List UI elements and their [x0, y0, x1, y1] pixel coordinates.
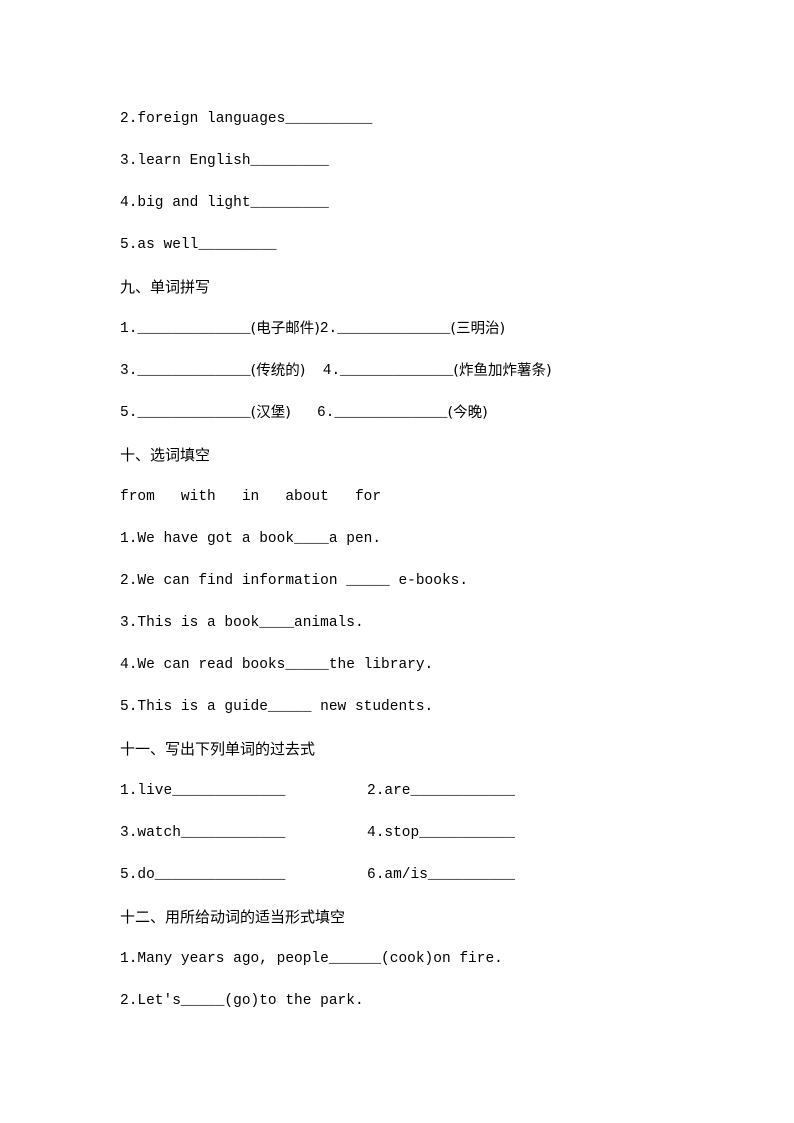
section-heading-ten: 十、选词填空 [120, 446, 211, 464]
spelling-right-blank: _____________ [340, 363, 454, 379]
exercise-item: 5.This is a guide_____ new students. [120, 699, 434, 715]
exercise-item: 2.We can find information _____ e-books. [120, 573, 469, 589]
section-heading-twelve: 十二、用所给动词的适当形式填空 [120, 908, 346, 926]
spelling-left-number: 1. [120, 321, 138, 337]
spelling-left-number: 3. [120, 363, 138, 379]
exercise-item: 1.We have got a book____a pen. [120, 531, 382, 547]
spelling-right-number: 4. [322, 363, 341, 379]
spelling-right-blank: _____________ [337, 321, 451, 337]
section-heading-eleven: 十一、写出下列单词的过去式 [120, 740, 316, 758]
spelling-row-gap [291, 392, 317, 434]
past-tense-right: 2.are____________ [367, 783, 515, 799]
spelling-row: 5. _____________ (汉堡) 6. _____________ (… [120, 392, 694, 434]
exercise-item: 4.big and light_________ [120, 195, 329, 211]
spelling-row: 3. _____________ (传统的) 4. _____________ … [120, 350, 694, 392]
past-tense-right: 6.am/is__________ [367, 867, 515, 883]
spelling-right-gloss: (炸鱼加炸薯条) [453, 363, 552, 379]
spelling-left-gloss: (汉堡) [250, 405, 291, 421]
spelling-right-gloss: (三明治) [450, 321, 506, 337]
spelling-left-gloss: (电子邮件) [250, 321, 320, 337]
past-tense-row: 5.do_______________ 6.am/is__________ [120, 854, 694, 896]
spelling-right-blank: _____________ [334, 405, 448, 421]
past-tense-row: 3.watch____________ 4.stop___________ [120, 812, 694, 854]
spelling-row: 1. _____________ (电子邮件) 2. _____________… [120, 308, 694, 350]
exercise-item: 3.learn English_________ [120, 153, 329, 169]
spelling-left-blank: _____________ [137, 405, 251, 421]
past-tense-left: 3.watch____________ [120, 825, 286, 841]
past-tense-left: 1.live_____________ [120, 783, 286, 799]
spelling-right-number: 2. [319, 321, 338, 337]
worksheet-page: 2.foreign languages__________ 3.learn En… [0, 0, 794, 1123]
word-bank: from with in about for [120, 489, 382, 505]
spelling-left-gloss: (传统的) [250, 363, 306, 379]
spelling-right-number: 6. [316, 405, 335, 421]
past-tense-left: 5.do_______________ [120, 867, 286, 883]
spelling-left-blank: _____________ [137, 321, 251, 337]
spelling-left-blank: _____________ [137, 363, 251, 379]
exercise-item: 2.foreign languages__________ [120, 111, 373, 127]
past-tense-right: 4.stop___________ [367, 825, 515, 841]
spelling-right-gloss: (今晚) [447, 405, 488, 421]
spelling-left-number: 5. [120, 405, 138, 421]
exercise-item: 3.This is a book____animals. [120, 615, 364, 631]
spelling-row-gap [305, 350, 322, 392]
past-tense-row: 1.live_____________ 2.are____________ [120, 770, 694, 812]
exercise-item: 1.Many years ago, people______(cook)on f… [120, 951, 503, 967]
exercise-item: 2.Let's_____(go)to the park. [120, 993, 364, 1009]
exercise-item: 4.We can read books_____the library. [120, 657, 434, 673]
exercise-item: 5.as well_________ [120, 237, 277, 253]
section-heading-nine: 九、单词拼写 [120, 278, 211, 296]
